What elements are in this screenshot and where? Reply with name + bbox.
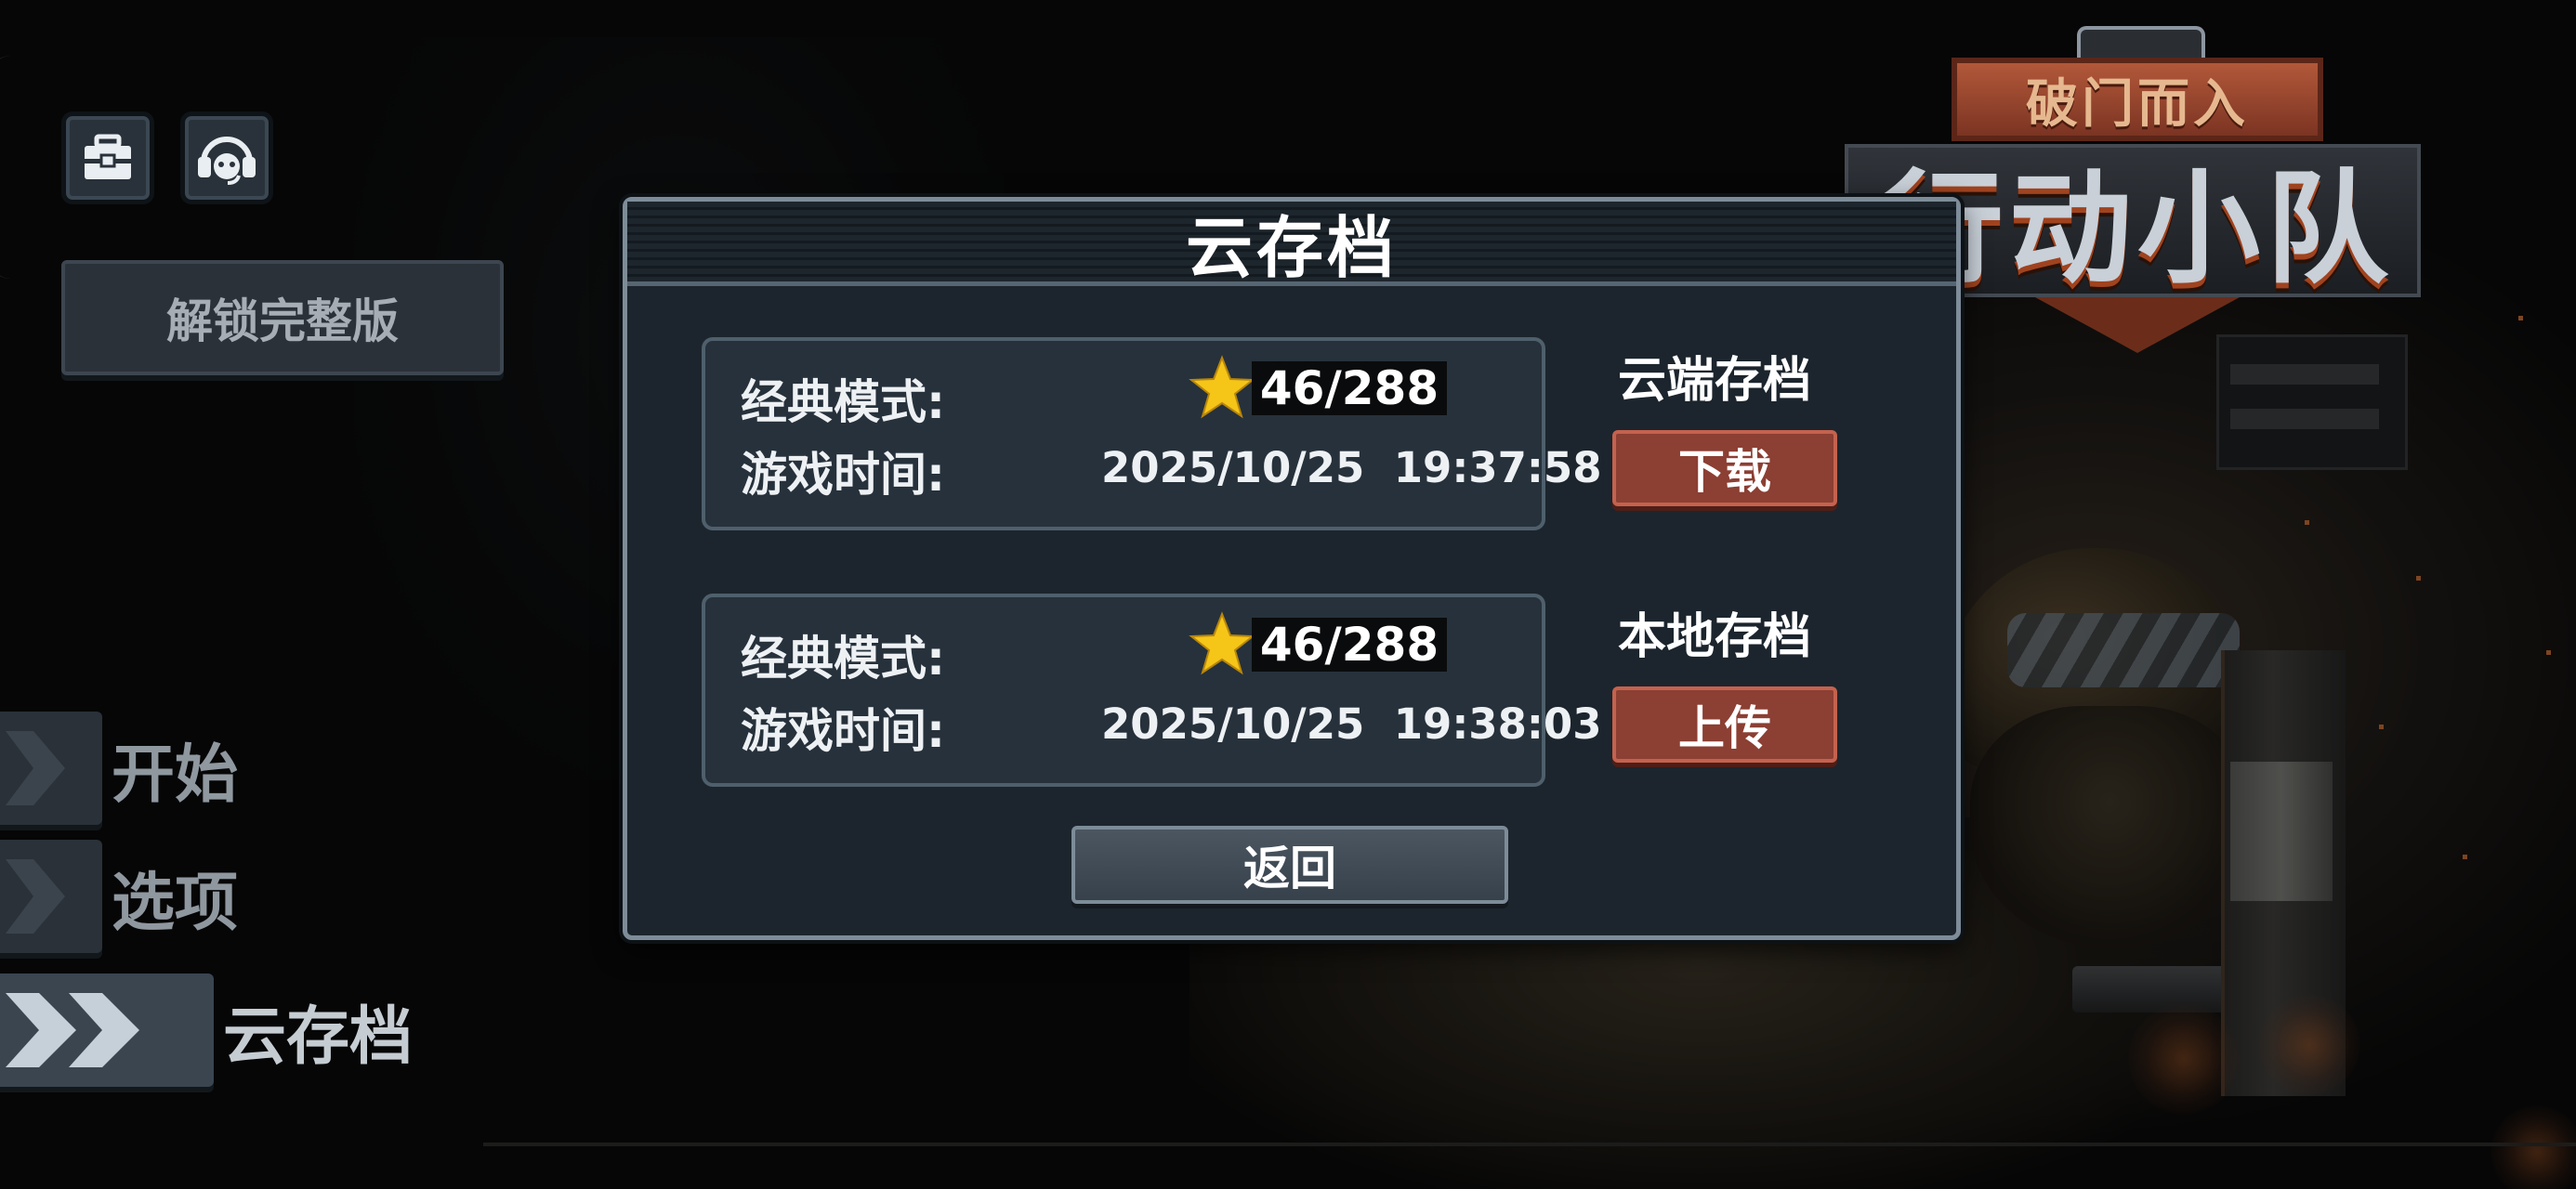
cloud-save-dialog: 云存档 经典模式: 46/288 游戏时间: 2025/10/25 19:37:…: [623, 197, 1961, 940]
menu-item-label: 开始: [112, 738, 239, 812]
menu-item-label: 选项: [112, 866, 239, 940]
star-count: 46/288: [1252, 361, 1447, 415]
play-time-label: 游戏时间:: [741, 448, 945, 502]
menu-item-start[interactable]: 开始: [0, 712, 238, 825]
mode-label: 经典模式:: [741, 632, 945, 686]
menu-item-cloud-save[interactable]: 云存档: [0, 973, 413, 1087]
chevron-right-icon: [0, 840, 102, 953]
star-icon: [1189, 355, 1255, 419]
chevron-right-icon: [0, 712, 102, 825]
download-button[interactable]: 下载: [1612, 430, 1837, 506]
dialog-title: 云存档: [1185, 208, 1398, 287]
briefcase-button[interactable]: [61, 111, 154, 204]
briefcase-icon: [85, 134, 131, 179]
unlock-full-version-button[interactable]: 解锁完整版: [61, 260, 504, 375]
double-chevron-right-icon: [0, 973, 214, 1087]
play-time-value: 2025/10/25 19:38:03: [1101, 699, 1602, 749]
local-save-card: 经典模式: 46/288 游戏时间: 2025/10/25 19:38:03: [702, 594, 1602, 787]
cloud-save-label: 云端存档: [1617, 353, 1811, 409]
star-progress: 46/288: [1189, 355, 1510, 419]
menu-item-label: 云存档: [223, 1000, 414, 1074]
play-time-value: 2025/10/25 19:37:58: [1101, 443, 1602, 492]
back-button[interactable]: 返回: [1071, 826, 1508, 904]
game-screen: 破门而入 行动小队 解锁完整版 开始 选项 云存档 云存档 经典模式: 46/2…: [0, 0, 2576, 1189]
dialog-header: 云存档: [627, 202, 1956, 287]
logo-subtitle: 破门而入: [2026, 73, 2249, 135]
menu-item-options[interactable]: 选项: [0, 840, 238, 953]
local-save-label: 本地存档: [1617, 609, 1811, 665]
mode-label: 经典模式:: [741, 375, 945, 429]
star-count: 46/288: [1252, 618, 1447, 672]
support-button[interactable]: [180, 111, 273, 204]
cloud-save-card: 经典模式: 46/288 游戏时间: 2025/10/25 19:37:58: [702, 337, 1602, 530]
logo-subtitle-plate: 破门而入: [1952, 58, 2323, 141]
support-headset-icon: [198, 137, 256, 185]
star-progress: 46/288: [1189, 611, 1510, 675]
star-icon: [1189, 611, 1255, 675]
play-time-label: 游戏时间:: [741, 704, 945, 758]
upload-button[interactable]: 上传: [1612, 686, 1837, 763]
